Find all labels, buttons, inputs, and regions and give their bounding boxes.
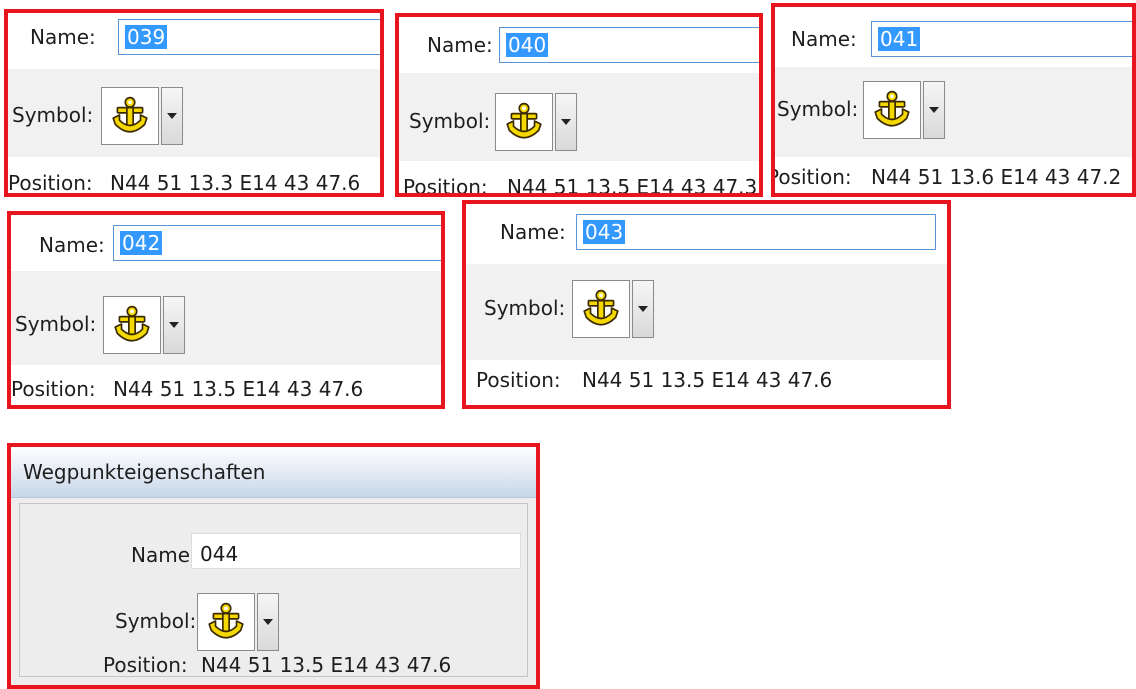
symbol-dropdown-button[interactable] [555,93,577,151]
waypoint-panel-042: Name: 042 Symbol: Position: N44 51 13.5 … [7,211,445,409]
waypoint-panel-041: Name: 041 Symbol: Position: N44 51 13.6 … [771,3,1136,197]
symbol-select[interactable] [197,593,255,651]
symbol-dropdown-button[interactable] [161,87,183,145]
symbol-select[interactable] [103,296,161,354]
symbol-label: Symbol: [12,103,94,127]
name-label: Name: [427,33,493,57]
name-value: 042 [120,231,163,255]
dialog-title: Wegpunkteigenschaften [23,460,266,484]
dropdown-arrow-icon [929,107,939,113]
position-label: Position: [403,175,488,197]
symbol-select[interactable] [572,280,630,338]
name-input[interactable]: 040 [499,27,759,63]
anchor-icon [111,304,153,346]
position-value: N44 51 13.5 E14 43 47.6 [113,377,364,401]
dropdown-arrow-icon [167,113,177,119]
waypoint-panel-040: Name: 040 Symbol: Position: N44 51 13.5 … [395,13,763,197]
dropdown-arrow-icon [263,619,273,625]
position-value: N44 51 13.5 E14 43 47.6 [201,653,452,677]
anchor-icon [503,101,545,143]
name-label: Name: [131,543,197,567]
position-label: Position: [8,171,93,195]
symbol-label: Symbol: [115,609,197,633]
position-label: Position: [11,377,96,401]
symbol-label: Symbol: [484,296,566,320]
symbol-dropdown-button[interactable] [163,296,185,354]
symbol-dropdown-button[interactable] [257,593,279,651]
anchor-icon [109,95,151,137]
symbol-select[interactable] [101,87,159,145]
name-label: Name: [39,233,105,257]
name-value: 043 [583,220,626,244]
position-label: Position: [771,165,852,189]
anchor-icon [871,89,913,131]
anchor-icon [205,601,247,643]
waypoint-panel-043: Name: 043 Symbol: Position: N44 51 13.5 … [462,200,951,409]
symbol-select[interactable] [495,93,553,151]
name-value: 041 [878,27,921,51]
name-label: Name: [500,220,566,244]
waypoint-panel-039: Name: 039 Symbol: Position: N44 51 13.3 … [4,9,384,197]
waypoint-properties-dialog: Wegpunkteigenschaften Name: 044 Symbol: … [7,443,540,689]
symbol-label: Symbol: [15,312,97,336]
dropdown-arrow-icon [638,306,648,312]
anchor-icon [580,288,622,330]
position-value: N44 51 13.3 E14 43 47.6 [110,171,361,195]
name-input[interactable]: 044 [191,533,521,569]
symbol-dropdown-button[interactable] [923,81,945,139]
position-value: N44 51 13.5 E14 43 47.3 [507,175,758,197]
name-input[interactable]: 039 [118,19,380,55]
symbol-label: Symbol: [409,109,491,133]
name-label: Name: [791,27,857,51]
position-value: N44 51 13.5 E14 43 47.6 [582,368,833,392]
position-label: Position: [476,368,561,392]
name-value: 039 [125,25,168,49]
symbol-label: Symbol: [777,97,859,121]
name-value: 044 [200,542,239,566]
position-label: Position: [103,653,188,677]
name-value: 040 [506,33,549,57]
name-input[interactable]: 043 [576,214,936,250]
name-input[interactable]: 041 [871,21,1132,57]
dropdown-arrow-icon [169,322,179,328]
dropdown-arrow-icon [561,119,571,125]
name-label: Name: [30,25,96,49]
position-value: N44 51 13.6 E14 43 47.2 [871,165,1122,189]
symbol-select[interactable] [863,81,921,139]
symbol-dropdown-button[interactable] [632,280,654,338]
name-input[interactable]: 042 [113,225,441,261]
dialog-titlebar[interactable]: Wegpunkteigenschaften [11,447,536,498]
